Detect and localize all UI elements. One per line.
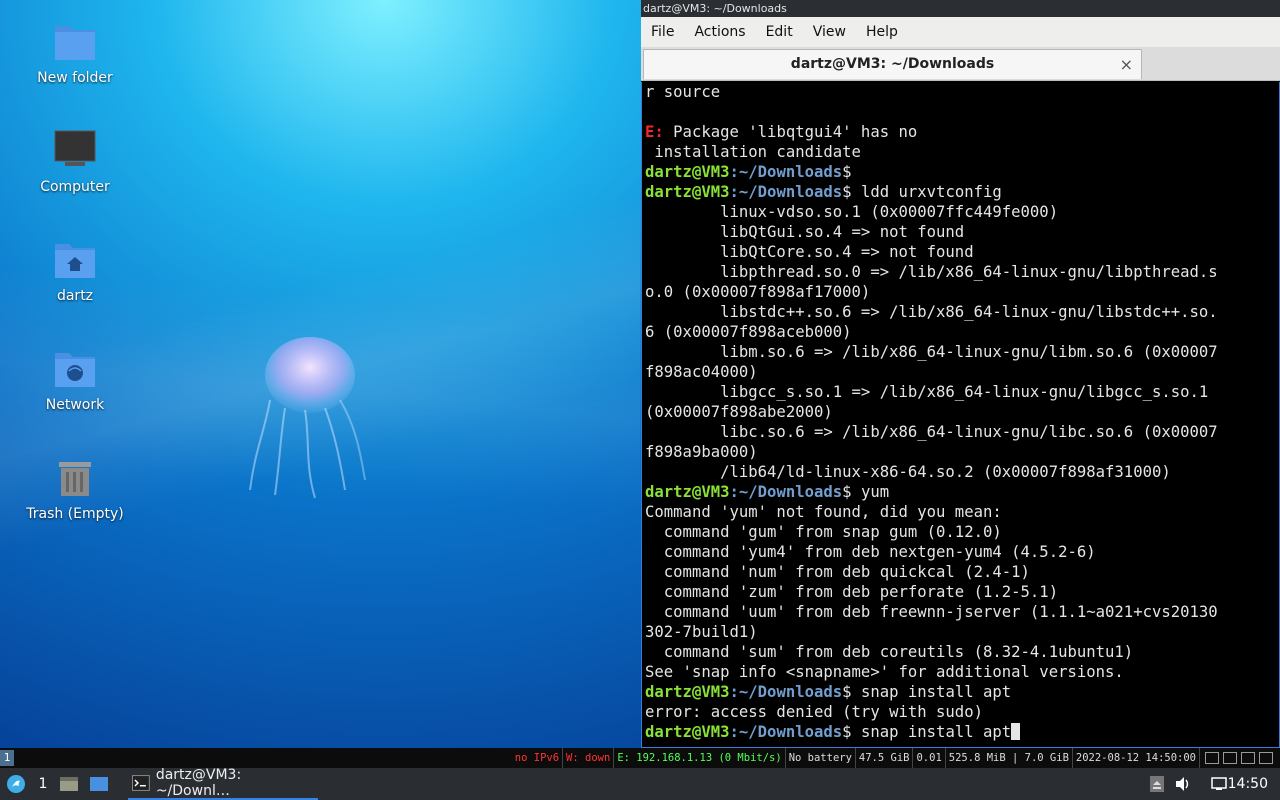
terminal-line: dartz@VM3:~/Downloads$ snap install apt: [645, 683, 1012, 701]
terminal-line: command 'yum4' from deb nextgen-yum4 (4.…: [645, 543, 1096, 561]
terminal-line: command 'zum' from deb perforate (1.2-5.…: [645, 583, 1059, 601]
menu-edit[interactable]: Edit: [756, 24, 803, 40]
terminal-icon: [132, 775, 150, 791]
status-bar: 1 no IPv6 W: down E: 192.168.1.13 (0 Mbi…: [0, 748, 1280, 768]
desktop-icon-new-folder[interactable]: New folder: [20, 18, 130, 86]
desktop-icon-computer[interactable]: Computer: [20, 127, 130, 195]
wallpaper-jellyfish: [249, 337, 366, 499]
desktop-icon-network[interactable]: Network: [20, 345, 130, 413]
terminal-line: dartz@VM3:~/Downloads$ yum: [645, 483, 890, 501]
display-mini-icon[interactable]: [1223, 752, 1237, 764]
taskbar: 1 dartz@VM3: ~/Downl… 14:50: [0, 767, 1280, 800]
menu-help[interactable]: Help: [856, 24, 908, 40]
ipv6-status: no IPv6: [512, 748, 564, 768]
clock[interactable]: 14:50: [1228, 776, 1268, 792]
terminal-line: libc.so.6 => /lib/x86_64-linux-gnu/libc.…: [645, 423, 1218, 441]
window-title[interactable]: dartz@VM3: ~/Downloads: [641, 0, 1280, 17]
desktop-icon-dartz[interactable]: dartz: [20, 236, 130, 304]
status-segments: no IPv6 W: down E: 192.168.1.13 (0 Mbit/…: [512, 748, 1278, 768]
datetime-status: 2022-08-12 14:50:00: [1073, 748, 1200, 768]
terminal-line: libgcc_s.so.1 => /lib/x86_64-linux-gnu/l…: [645, 383, 1209, 401]
terminal-prompt-line[interactable]: dartz@VM3:~/Downloads$ snap install apt: [645, 722, 1276, 742]
wifi-status: W: down: [563, 748, 615, 768]
terminal-line: E: Package 'libqtgui4' has no: [645, 123, 918, 141]
volume-icon: [1176, 777, 1189, 791]
ethernet-status: E: 192.168.1.13 (0 Mbit/s): [614, 748, 786, 768]
desktop-icon-label: Network: [45, 397, 105, 413]
eject-icon: [1150, 776, 1164, 792]
note-mini-icon[interactable]: [1259, 752, 1273, 764]
terminal-line: See 'snap info <snapname>' for additiona…: [645, 663, 1124, 681]
menu-bar: File Actions Edit View Help: [641, 17, 1280, 47]
trash-icon: [59, 462, 91, 496]
task-label: dartz@VM3: ~/Downl…: [155, 767, 242, 799]
terminal-line: command 'uum' from deb freewnn-jserver (…: [645, 603, 1218, 621]
desktop-icon-label: Trash (Empty): [26, 506, 124, 522]
desktop-icon-label: Computer: [40, 179, 110, 195]
error-prefix: E:: [645, 123, 664, 141]
terminal-line: f898ac04000): [645, 363, 758, 381]
menu-actions[interactable]: Actions: [684, 24, 755, 40]
taskbar-task-terminal[interactable]: dartz@VM3: ~/Downl…: [128, 767, 318, 800]
terminal-line: 6 (0x00007f898aceb000): [645, 323, 852, 341]
computer-icon: [54, 130, 96, 166]
workspace-indicator[interactable]: 1: [0, 750, 14, 766]
terminal-line: libQtGui.so.4 => not found: [645, 223, 965, 241]
tab-terminal[interactable]: dartz@VM3: ~/Downloads ×: [643, 49, 1142, 79]
terminal-line: libpthread.so.0 => /lib/x86_64-linux-gnu…: [645, 263, 1218, 281]
app-menu-button[interactable]: [0, 768, 32, 800]
battery-status: No battery: [786, 748, 856, 768]
panel-mini-icon[interactable]: [1241, 752, 1255, 764]
workspace-button[interactable]: 1: [32, 768, 54, 800]
terminal-line: error: access denied (try with sudo): [645, 703, 983, 721]
terminal-line: installation candidate: [645, 143, 861, 161]
menu-view[interactable]: View: [803, 24, 856, 40]
terminal-line: (0x00007f898abe2000): [645, 403, 833, 421]
load-status: 0.01: [913, 748, 946, 768]
disk-status: 47.5 GiB: [856, 748, 914, 768]
memory-status: 525.8 MiB | 7.0 GiB: [946, 748, 1073, 768]
terminal-line: f898a9ba000): [645, 443, 758, 461]
terminal-line: dartz@VM3:~/Downloads$: [645, 163, 852, 181]
show-desktop-icon: [90, 777, 108, 791]
tab-title: dartz@VM3: ~/Downloads: [790, 56, 995, 72]
terminal-line: /lib64/ld-linux-x86-64.so.2 (0x00007f898…: [645, 463, 1171, 481]
folder-icon: [55, 26, 95, 60]
terminal-line: libstdc++.so.6 => /lib/x86_64-linux-gnu/…: [645, 303, 1218, 321]
terminal-line: command 'gum' from snap gum (0.12.0): [645, 523, 1002, 541]
terminal-line: 302-7build1): [645, 623, 758, 641]
screen-icon: [1211, 777, 1227, 790]
menu-file[interactable]: File: [641, 24, 684, 40]
terminal-line: linux-vdso.so.1 (0x00007ffc449fe000): [645, 203, 1059, 221]
terminal-line: dartz@VM3:~/Downloads$ ldd urxvtconfig: [645, 183, 1002, 201]
terminal-line: o.0 (0x00007f898af17000): [645, 283, 871, 301]
start-menu-icon: [7, 775, 25, 793]
terminal-line: libm.so.6 => /lib/x86_64-linux-gnu/libm.…: [645, 343, 1218, 361]
desktop-icon-label: New folder: [37, 70, 113, 86]
terminal-output[interactable]: r source E: Package 'libqtgui4' has no i…: [641, 82, 1280, 748]
desktop-launcher[interactable]: [84, 768, 114, 800]
close-icon[interactable]: ×: [1120, 50, 1133, 79]
volume-button[interactable]: [1172, 768, 1194, 800]
tab-bar: dartz@VM3: ~/Downloads ×: [641, 47, 1280, 81]
tray-mini-icons: [1200, 748, 1278, 768]
terminal-line: Command 'yum' not found, did you mean:: [645, 503, 1002, 521]
files-launcher[interactable]: [54, 768, 84, 800]
file-manager-icon: [60, 777, 78, 791]
terminal-line: r source: [645, 83, 721, 101]
terminal-line: command 'num' from deb quickcal (2.4-1): [645, 563, 1030, 581]
terminal-line: command 'sum' from deb coreutils (8.32-4…: [645, 643, 1134, 661]
terminal-line: libQtCore.so.4 => not found: [645, 243, 974, 261]
network-folder-icon: [55, 353, 95, 387]
terminal-window[interactable]: dartz@VM3: ~/Downloads File Actions Edit…: [641, 0, 1280, 748]
desktop-icon-trash[interactable]: Trash (Empty): [20, 454, 130, 522]
eject-tray-button[interactable]: [1146, 768, 1168, 800]
window-mini-icon[interactable]: [1205, 752, 1219, 764]
text-cursor: [1011, 723, 1021, 740]
desktop-icon-label: dartz: [56, 288, 94, 304]
home-folder-icon: [55, 244, 95, 278]
